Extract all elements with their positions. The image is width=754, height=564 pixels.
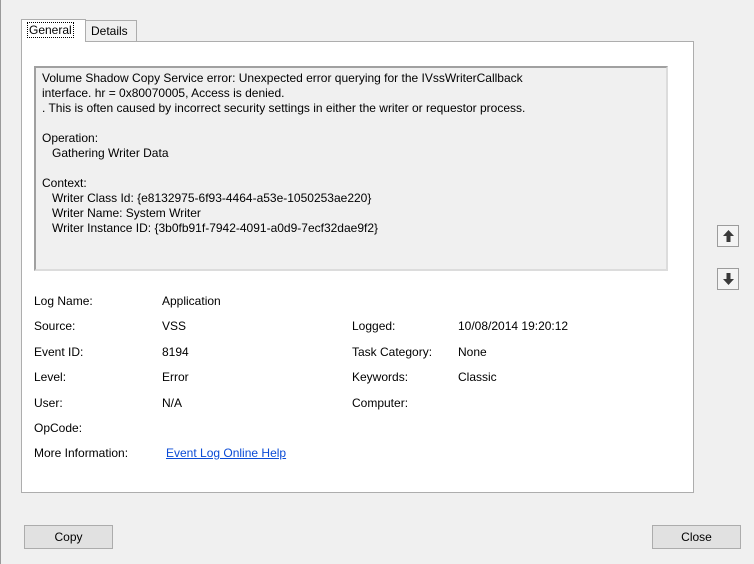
event-log-online-help-link[interactable]: Event Log Online Help xyxy=(166,446,286,460)
level-value: Error xyxy=(162,370,189,384)
close-button[interactable]: Close xyxy=(652,525,741,549)
opcode-label: OpCode: xyxy=(34,421,83,435)
copy-button[interactable]: Copy xyxy=(24,525,113,549)
event-description-box[interactable]: Volume Shadow Copy Service error: Unexpe… xyxy=(34,66,668,271)
tab-details[interactable]: Details xyxy=(85,20,137,41)
previous-event-button[interactable] xyxy=(717,225,739,247)
more-information-label: More Information: xyxy=(34,446,129,460)
computer-label: Computer: xyxy=(352,396,409,410)
task-category-label: Task Category: xyxy=(352,345,433,359)
context-line: Writer Instance ID: {3b0fb91f-7942-4091-… xyxy=(52,221,379,235)
task-category-value: None xyxy=(458,345,487,359)
level-label: Level: xyxy=(34,370,67,384)
source-label: Source: xyxy=(34,319,76,333)
log-name-value: Application xyxy=(162,294,221,308)
tab-general-label: General xyxy=(27,22,74,38)
arrow-down-icon xyxy=(723,273,734,285)
event-properties-dialog: Details General Volume Shadow Copy Servi… xyxy=(0,0,754,564)
event-id-value: 8194 xyxy=(162,345,189,359)
arrow-up-icon xyxy=(723,230,734,242)
tab-general[interactable]: General xyxy=(21,19,86,42)
operation-value: Gathering Writer Data xyxy=(52,146,169,160)
logged-value: 10/08/2014 19:20:12 xyxy=(458,319,569,333)
next-event-button[interactable] xyxy=(717,268,739,290)
context-line: Writer Class Id: {e8132975-6f93-4464-a53… xyxy=(52,191,372,205)
context-line: Writer Name: System Writer xyxy=(52,206,201,220)
user-label: User: xyxy=(34,396,63,410)
log-name-label: Log Name: xyxy=(34,294,93,308)
keywords-label: Keywords: xyxy=(352,370,409,384)
source-value: VSS xyxy=(162,319,187,333)
description-line: interface. hr = 0x80070005, Access is de… xyxy=(42,86,285,100)
description-line: Volume Shadow Copy Service error: Unexpe… xyxy=(42,71,523,85)
context-label: Context: xyxy=(42,176,87,190)
description-line: . This is often caused by incorrect secu… xyxy=(42,101,526,115)
operation-label: Operation: xyxy=(42,131,99,145)
user-value: N/A xyxy=(162,396,183,410)
keywords-value: Classic xyxy=(458,370,497,384)
logged-label: Logged: xyxy=(352,319,396,333)
event-id-label: Event ID: xyxy=(34,345,84,359)
